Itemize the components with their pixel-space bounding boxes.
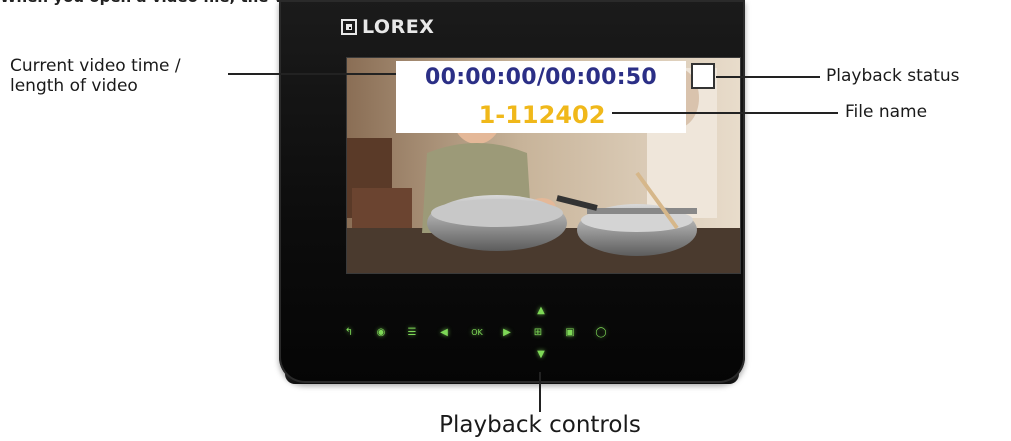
current-time-readout: 00:00:00/00:00:50 (424, 65, 658, 90)
callout-file-label: File name (845, 102, 928, 122)
brand-logo: LOREX (362, 16, 435, 38)
file-name-readout: 1-112402 (478, 101, 606, 129)
quad-view-icon[interactable]: ⊞ (531, 326, 545, 340)
up-arrow-icon[interactable]: ▲ (534, 304, 548, 318)
callout-file-line (612, 112, 838, 114)
record-icon[interactable]: ◉ (374, 326, 388, 340)
callout-time-label: Current video time / length of video (10, 56, 181, 96)
callout-controls-line (539, 372, 541, 412)
callout-time-label-line2: length of video (10, 76, 138, 96)
right-arrow-icon[interactable]: ▶ (500, 326, 514, 340)
callout-status-label: Playback status (826, 66, 960, 86)
playback-status-icon (691, 63, 715, 89)
left-arrow-icon[interactable]: ◀ (437, 326, 451, 340)
zoom-icon[interactable]: ▣ (563, 326, 577, 340)
lorex-logo-icon (341, 19, 357, 35)
callout-time-line (228, 73, 396, 75)
callout-time-label-line1: Current video time / (10, 56, 181, 76)
down-arrow-icon[interactable]: ▼ (534, 348, 548, 362)
ok-button[interactable]: OK (468, 326, 486, 340)
callout-controls-label: Playback controls (439, 412, 641, 438)
callout-status-line (716, 76, 820, 78)
back-icon[interactable]: ↰ (342, 326, 356, 340)
menu-icon[interactable]: ☰ (405, 326, 419, 340)
speech-icon[interactable]: ◯ (594, 326, 608, 340)
